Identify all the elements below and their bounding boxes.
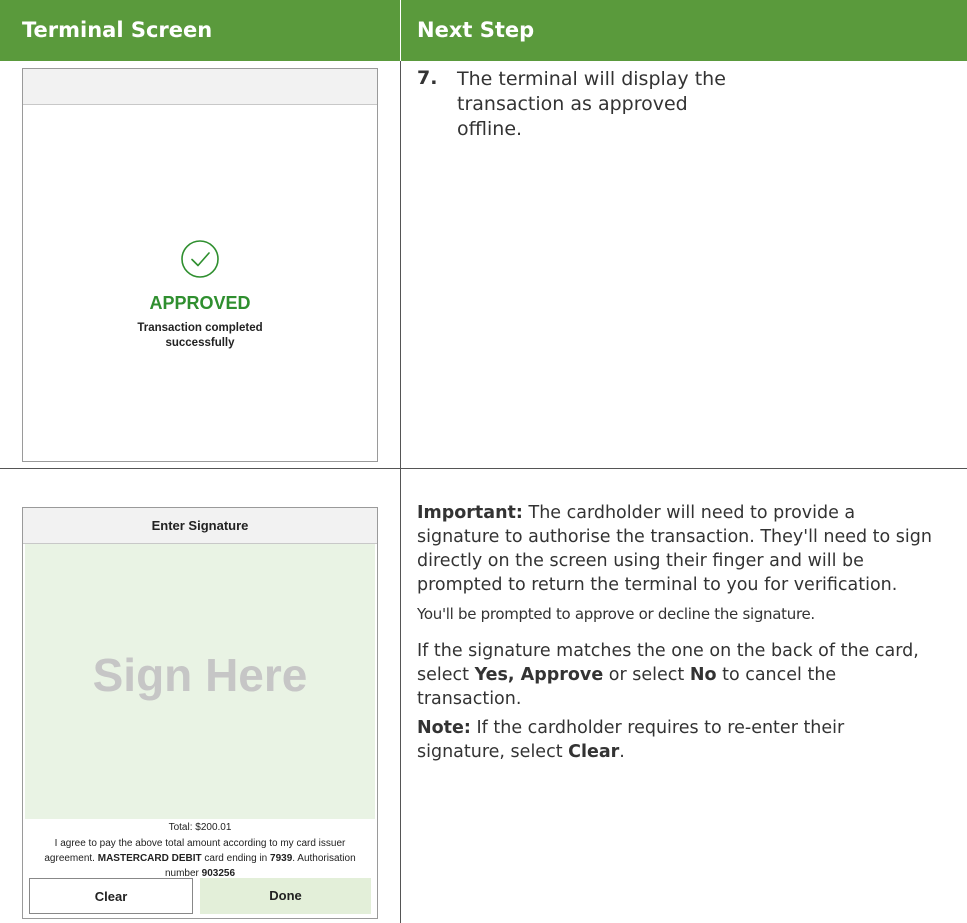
no-label: No xyxy=(689,665,717,685)
done-button[interactable]: Done xyxy=(200,878,371,914)
card-last4: 7939 xyxy=(270,853,293,864)
step-text: The terminal will display the transactio… xyxy=(457,68,726,140)
terminal-screen-approved: APPROVED Transaction completed successfu… xyxy=(22,68,378,462)
note-label: Note: xyxy=(417,718,471,738)
approved-message: Transaction completed successfully xyxy=(23,321,377,351)
important-label: Important: xyxy=(417,503,523,523)
note-paragraph: Note: If the cardholder requires to re-e… xyxy=(417,718,845,762)
header-terminal-screen: Terminal Screen xyxy=(22,18,213,42)
terminal-screen-signature: Enter Signature Sign Here Total: $200.01… xyxy=(22,507,378,919)
prompt-paragraph: You'll be prompted to approve or decline… xyxy=(417,605,815,623)
step-number: 7. xyxy=(417,67,438,89)
table-header: Terminal Screen Next Step xyxy=(0,0,967,61)
clear-button[interactable]: Clear xyxy=(29,878,193,914)
card-type: MASTERCARD DEBIT xyxy=(97,853,202,864)
match-paragraph: If the signature matches the one on the … xyxy=(417,641,919,709)
signature-pad[interactable]: Sign Here xyxy=(25,544,375,819)
total-amount: Total: $200.01 xyxy=(168,822,232,833)
check-circle-icon xyxy=(181,240,219,278)
approved-status: APPROVED xyxy=(149,293,251,313)
agreement-text: I agree to pay the above total amount ac… xyxy=(44,838,356,879)
important-paragraph: Important: The cardholder will need to p… xyxy=(417,503,932,595)
clear-label: Clear xyxy=(568,742,620,762)
approved-message-line1: Transaction completed xyxy=(137,322,263,334)
row-divider xyxy=(0,468,967,469)
header-divider xyxy=(400,0,401,61)
sign-here-placeholder: Sign Here xyxy=(92,649,308,701)
header-next-step: Next Step xyxy=(417,18,535,42)
column-divider xyxy=(400,61,401,923)
terminal-top-bar xyxy=(23,69,377,105)
signature-title: Enter Signature xyxy=(23,508,377,544)
yes-approve-label: Yes, Approve xyxy=(474,665,604,685)
approved-message-line2: successfully xyxy=(165,337,235,349)
